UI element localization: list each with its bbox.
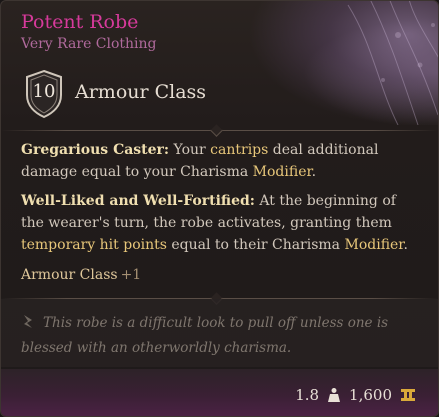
armour-class-row: 10 Armour Class: [23, 69, 206, 119]
passive-text: equal to their Charisma: [166, 237, 345, 253]
gold-coin-icon: [400, 388, 416, 402]
passive-well-liked: Well-Liked and Well-Fortified: At the be…: [21, 190, 421, 256]
armour-class-value: 10: [32, 81, 56, 102]
armour-class-bonus: Armour Class +1: [21, 264, 421, 286]
flavor-text-block: This robe is a difficult look to pull of…: [21, 312, 421, 359]
weight-value: 1.8: [295, 386, 320, 404]
item-tooltip: Potent Robe Very Rare Clothing 10 Armour…: [0, 0, 439, 417]
item-name: Potent Robe: [21, 11, 139, 33]
bonus-value: +1: [120, 267, 142, 283]
passive-gregarious-caster: Gregarious Caster: Your cantrips deal ad…: [21, 139, 421, 183]
shield-icon: 10: [23, 69, 65, 119]
quill-icon: [21, 314, 39, 337]
passive-text: Your: [173, 142, 211, 158]
keyword-temporary-hit-points[interactable]: temporary hit points: [21, 237, 167, 253]
passive-name: Gregarious Caster:: [21, 142, 170, 158]
keyword-cantrips[interactable]: cantrips: [210, 142, 268, 158]
footer-stats: 1.8 1,600: [295, 386, 416, 404]
bonus-label: Armour Class: [21, 267, 118, 283]
keyword-modifier[interactable]: Modifier: [253, 164, 312, 180]
price-value: 1,600: [349, 386, 392, 404]
armour-class-label: Armour Class: [75, 81, 207, 103]
item-footer: 1.8 1,600: [1, 369, 438, 416]
passive-text: .: [403, 237, 408, 253]
item-rarity: Very Rare Clothing: [21, 36, 157, 52]
divider-top: [1, 124, 438, 137]
item-header: Potent Robe Very Rare Clothing: [21, 10, 157, 53]
passive-text: .: [311, 164, 317, 180]
passive-name: Well-Liked and Well-Fortified:: [21, 193, 255, 209]
keyword-modifier[interactable]: Modifier: [344, 237, 403, 253]
item-art: [248, 1, 438, 125]
flavor-text: This robe is a difficult look to pull of…: [21, 315, 389, 356]
weight-icon: [327, 387, 341, 403]
